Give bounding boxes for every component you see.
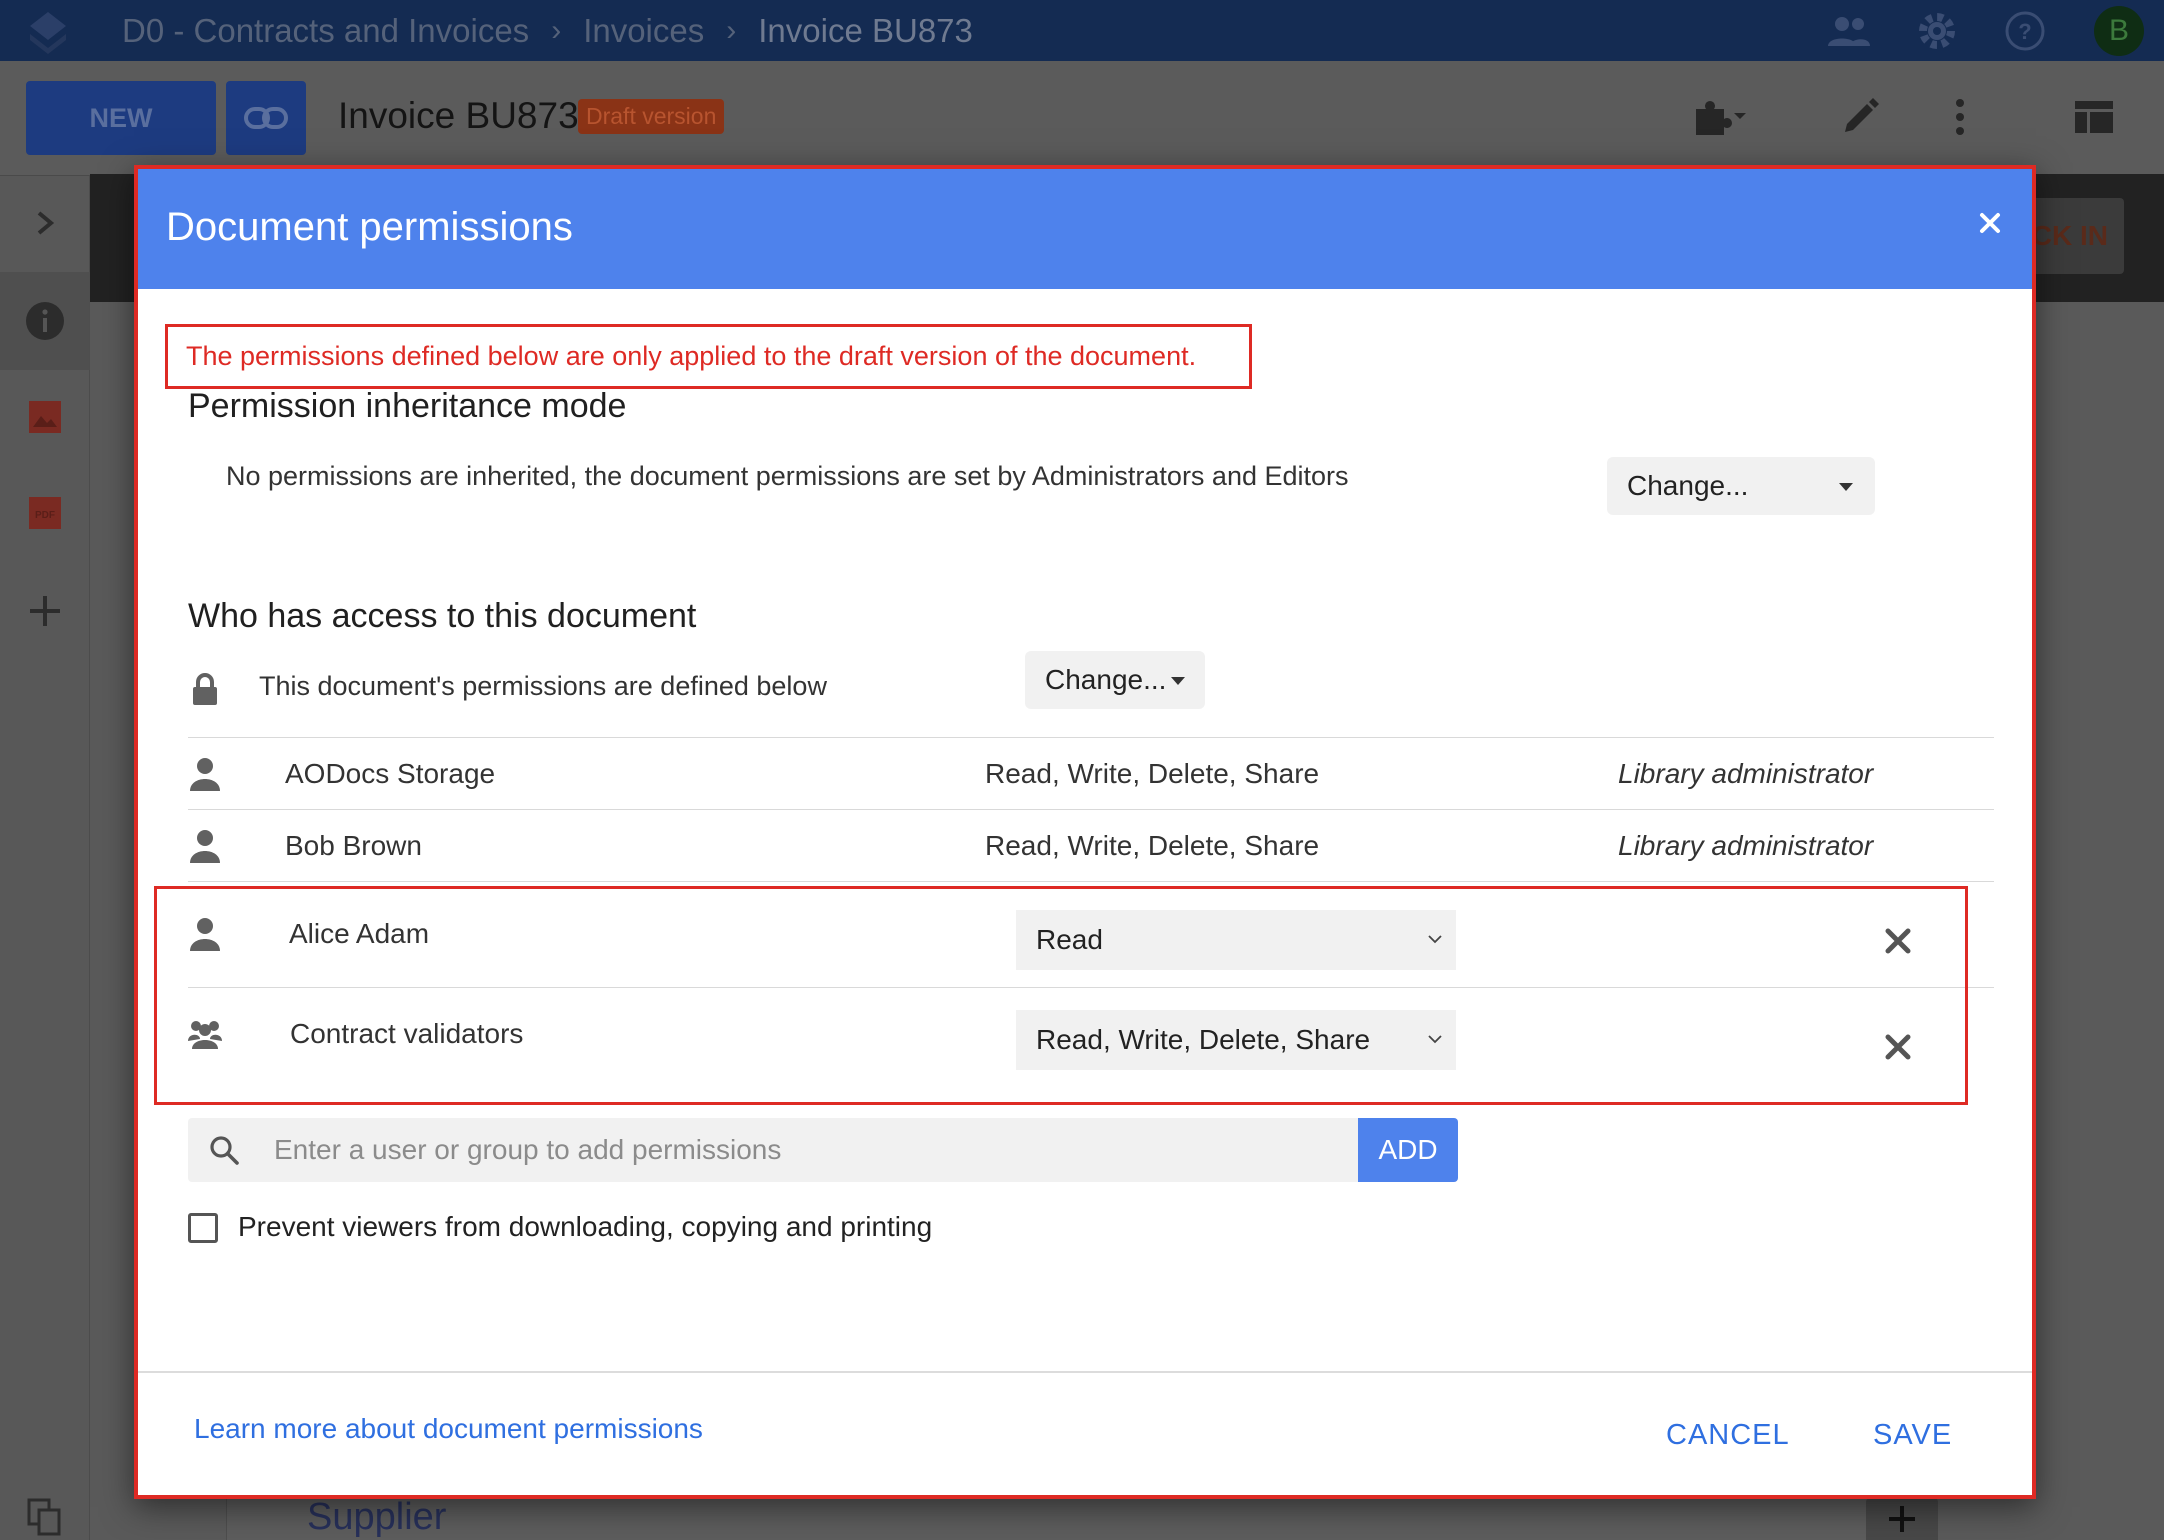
principal-rights: Read, Write, Delete, Share — [985, 758, 1320, 789]
access-mode-text: This document's permissions are defined … — [259, 671, 827, 701]
breadcrumb-invoices[interactable]: Invoices — [583, 12, 704, 50]
supplier-field-label: Supplier — [307, 1496, 447, 1538]
image-icon[interactable] — [20, 392, 70, 442]
cancel-button[interactable]: CANCEL — [1666, 1419, 1790, 1452]
prevent-download-checkbox[interactable] — [188, 1213, 218, 1243]
inheritance-change-dropdown[interactable]: Change... — [1607, 457, 1875, 515]
link-icon[interactable] — [226, 81, 306, 155]
principal-role: Library administrator — [1618, 830, 1874, 861]
principal-rights: Read, Write, Delete, Share — [985, 830, 1320, 861]
more-vert-icon[interactable] — [1930, 87, 1990, 147]
caret-down-icon — [1839, 483, 1853, 491]
add-icon[interactable] — [20, 586, 70, 636]
add-permission-search — [188, 1118, 1358, 1182]
principal-name: AODocs Storage — [285, 758, 496, 789]
gear-icon[interactable] — [1914, 8, 1960, 54]
prevent-download-label[interactable]: Prevent viewers from downloading, copyin… — [238, 1211, 932, 1243]
add-supplier-icon[interactable] — [1866, 1498, 1938, 1540]
breadcrumb-current: Invoice BU873 — [758, 12, 973, 49]
document-toolbar: NEW Invoice BU873 Draft version — [0, 61, 2164, 176]
principal-name: Bob Brown — [285, 830, 422, 861]
layout-icon[interactable] — [2064, 87, 2124, 147]
user-icon — [188, 756, 222, 792]
table-row: Bob Brown Read, Write, Delete, Share Lib… — [188, 809, 1994, 881]
draft-version-badge: Draft version — [578, 99, 725, 134]
inheritance-change-label: Change... — [1627, 470, 1749, 501]
lock-icon — [188, 671, 222, 707]
puzzle-icon[interactable] — [1690, 87, 1750, 147]
copy-icon[interactable] — [20, 1492, 70, 1540]
user-icon — [188, 828, 222, 864]
app-logo-icon[interactable] — [22, 6, 74, 58]
pdf-icon[interactable]: PDF — [20, 488, 70, 538]
save-button[interactable]: SAVE — [1873, 1419, 1952, 1452]
expand-icon[interactable] — [20, 198, 70, 248]
dialog-title: Document permissions — [166, 205, 573, 249]
editable-permissions-highlight — [154, 886, 1968, 1105]
close-icon[interactable] — [1974, 207, 2006, 239]
dialog-header: Document permissions — [138, 169, 2032, 289]
info-icon[interactable] — [20, 296, 70, 346]
principal-role: Library administrator — [1618, 758, 1874, 789]
chevron-right-icon: › — [551, 14, 562, 47]
search-icon — [210, 1136, 239, 1165]
access-change-label: Change... — [1045, 664, 1167, 695]
people-icon[interactable] — [1826, 8, 1872, 54]
svg-text:PDF: PDF — [35, 510, 55, 521]
help-icon[interactable]: ? — [2002, 8, 2048, 54]
breadcrumb: D0 - Contracts and Invoices › Invoices ›… — [122, 12, 973, 50]
left-rail: PDF — [0, 176, 90, 1540]
pencil-icon[interactable] — [1830, 87, 1890, 147]
user-group-search-input[interactable] — [274, 1118, 1344, 1182]
breadcrumb-library[interactable]: D0 - Contracts and Invoices — [122, 12, 529, 50]
learn-more-link[interactable]: Learn more about document permissions — [194, 1413, 703, 1445]
top-app-bar: D0 - Contracts and Invoices › Invoices ›… — [0, 0, 2164, 61]
add-button[interactable]: ADD — [1358, 1118, 1458, 1182]
draft-warning: The permissions defined below are only a… — [165, 324, 1252, 389]
access-change-dropdown[interactable]: Change... — [1025, 651, 1205, 709]
document-title: Invoice BU873 — [338, 95, 579, 136]
new-button[interactable]: NEW — [26, 81, 216, 155]
inheritance-description: No permissions are inherited, the docume… — [226, 461, 1349, 491]
access-mode-row: This document's permissions are defined … — [188, 651, 1994, 733]
avatar[interactable]: B — [2094, 6, 2144, 56]
inheritance-heading: Permission inheritance mode — [188, 387, 627, 425]
table-row: AODocs Storage Read, Write, Delete, Shar… — [188, 737, 1994, 809]
access-heading: Who has access to this document — [188, 597, 697, 635]
chevron-right-icon: › — [726, 14, 737, 47]
caret-down-icon — [1171, 677, 1185, 685]
document-permissions-dialog: Document permissions The permissions def… — [134, 165, 2036, 1499]
svg-text:?: ? — [2018, 19, 2031, 44]
